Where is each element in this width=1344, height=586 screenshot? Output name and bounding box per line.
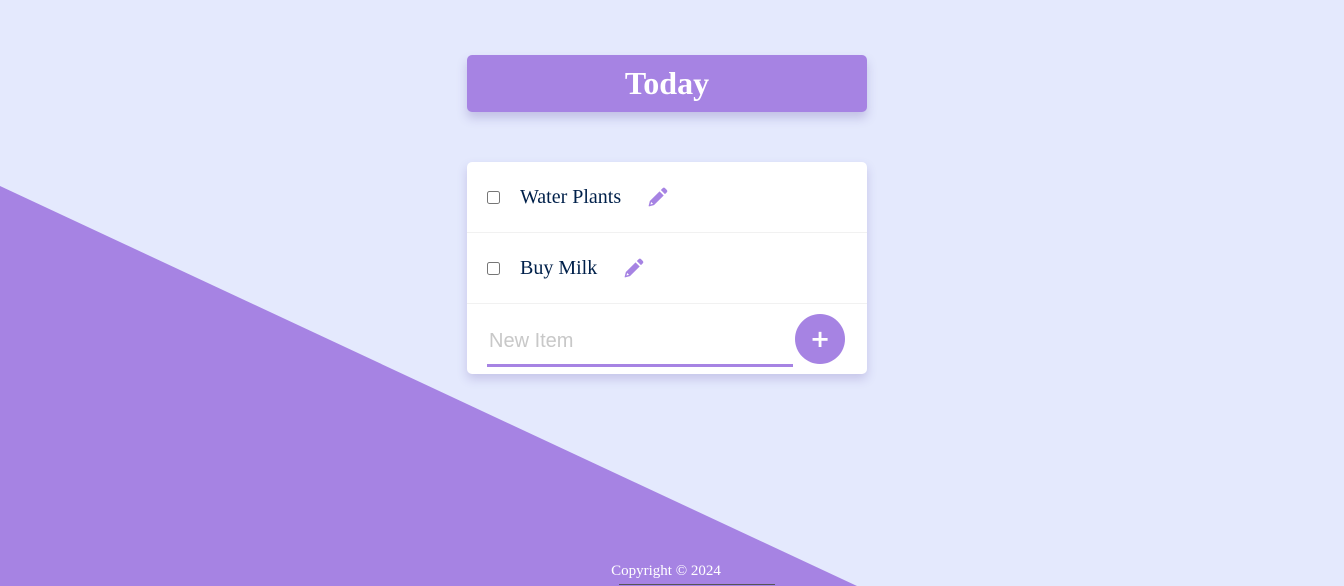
pencil-icon[interactable] <box>623 257 645 279</box>
list-item: Buy Milk <box>467 233 867 304</box>
item-label: Buy Milk <box>520 256 598 279</box>
footer-copyright: Copyright © 2024 <box>611 563 721 579</box>
page-title: Today <box>624 65 710 101</box>
item-label: Water Plants <box>520 185 622 208</box>
header-box: Today <box>467 55 867 112</box>
list-item: Water Plants <box>467 162 867 233</box>
new-item-input[interactable] <box>487 318 793 367</box>
item-checkbox[interactable] <box>487 261 500 275</box>
pencil-icon[interactable] <box>647 186 669 208</box>
footer-divider <box>619 584 775 585</box>
add-item-button[interactable]: + <box>795 314 845 364</box>
todo-list-card: Water Plants Buy Milk + <box>467 162 867 374</box>
new-item-row: + <box>467 304 867 374</box>
item-checkbox[interactable] <box>487 190 500 204</box>
